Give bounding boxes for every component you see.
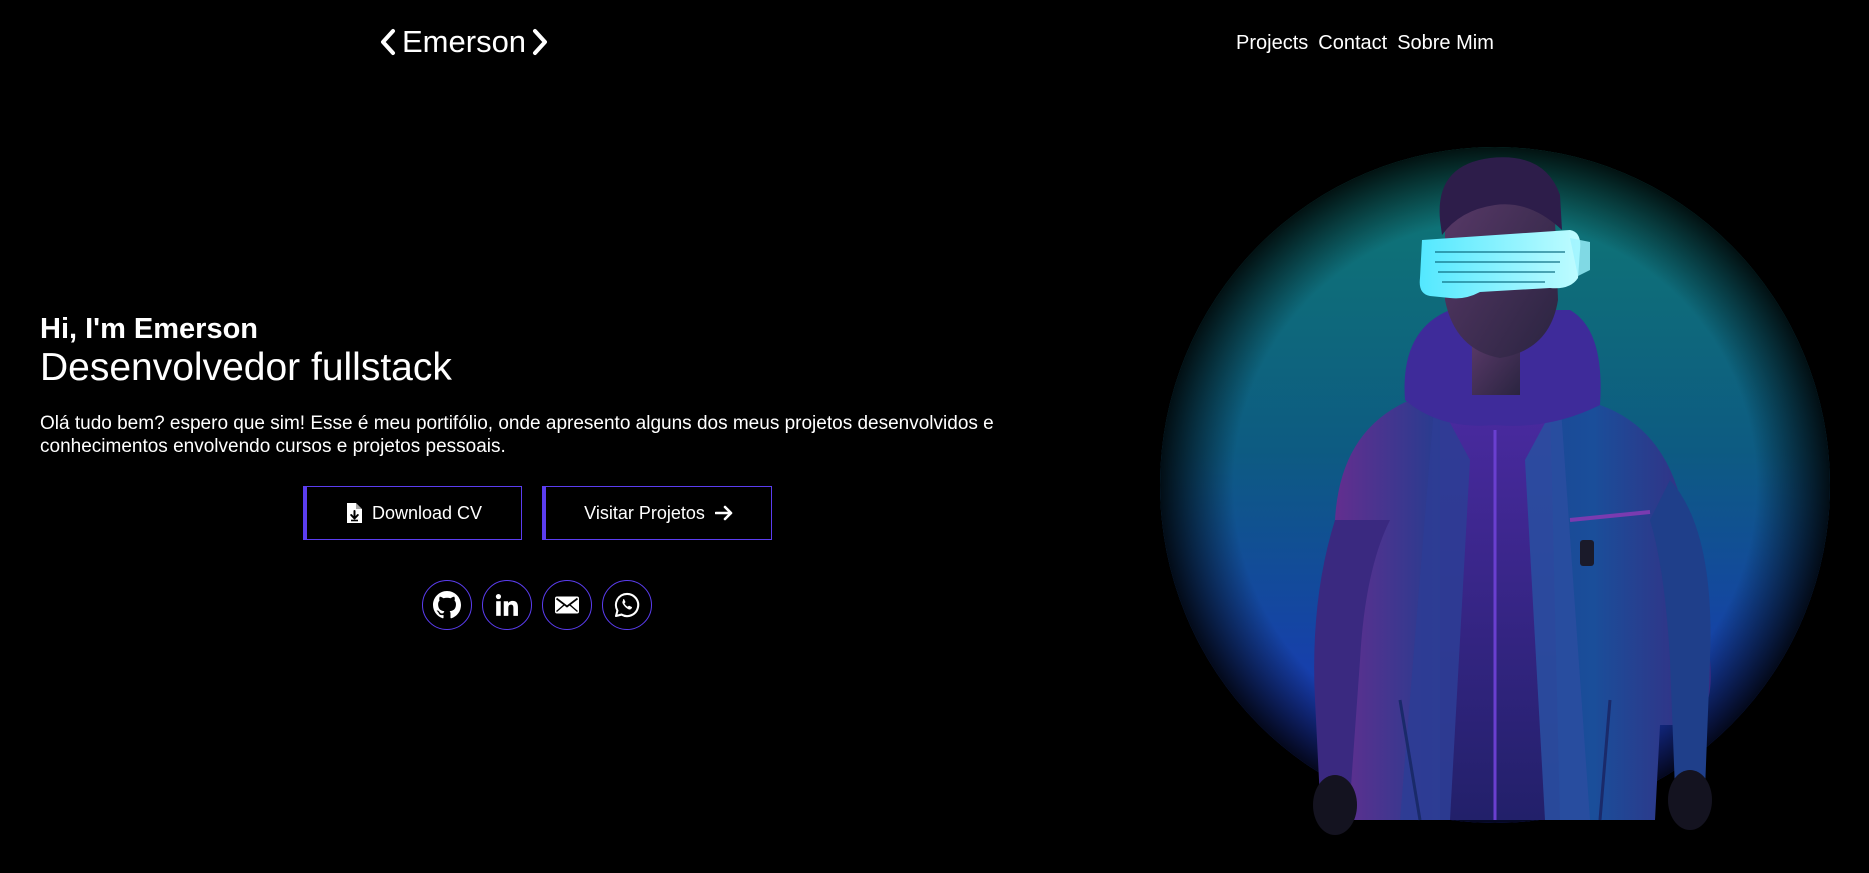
portfolio-page: Emerson Projects Contact Sobre Mim Hi, I… bbox=[0, 0, 1869, 873]
avatar-illustration bbox=[1150, 100, 1840, 840]
visit-projects-label: Visitar Projetos bbox=[584, 502, 705, 523]
chevron-right-icon bbox=[533, 29, 548, 55]
linkedin-link[interactable] bbox=[482, 580, 532, 630]
nav-link-projects[interactable]: Projects bbox=[1236, 31, 1308, 55]
arrow-right-icon bbox=[714, 505, 733, 521]
whatsapp-icon bbox=[614, 592, 640, 618]
nav-link-sobre-mim[interactable]: Sobre Mim bbox=[1397, 31, 1494, 55]
email-icon bbox=[555, 596, 579, 614]
file-download-icon bbox=[346, 503, 362, 523]
download-cv-label: Download CV bbox=[371, 502, 483, 523]
download-cv-button[interactable]: Download CV bbox=[303, 486, 522, 540]
social-links bbox=[422, 580, 652, 630]
github-icon bbox=[433, 591, 461, 619]
hero-section: Hi, I'm Emerson Desenvolvedor fullstack … bbox=[40, 312, 1040, 458]
chevron-left-icon bbox=[381, 29, 395, 55]
hero-intro: Olá tudo bem? espero que sim! Esse é meu… bbox=[40, 413, 994, 457]
hero-greeting: Hi, I'm Emerson bbox=[40, 313, 259, 345]
email-link[interactable] bbox=[542, 580, 592, 630]
main-nav: Projects Contact Sobre Mim bbox=[1236, 31, 1494, 55]
whatsapp-link[interactable] bbox=[602, 580, 652, 630]
github-link[interactable] bbox=[422, 580, 472, 630]
hero-actions: Download CV Visitar Projetos bbox=[303, 486, 772, 540]
visit-projects-button[interactable]: Visitar Projetos bbox=[542, 486, 772, 540]
site-logo[interactable]: Emerson bbox=[380, 24, 548, 60]
linkedin-icon bbox=[495, 593, 518, 616]
hero-role: Desenvolvedor fullstack bbox=[40, 346, 452, 389]
nav-link-contact[interactable]: Contact bbox=[1318, 31, 1387, 55]
logo-text: Emerson bbox=[402, 24, 527, 59]
